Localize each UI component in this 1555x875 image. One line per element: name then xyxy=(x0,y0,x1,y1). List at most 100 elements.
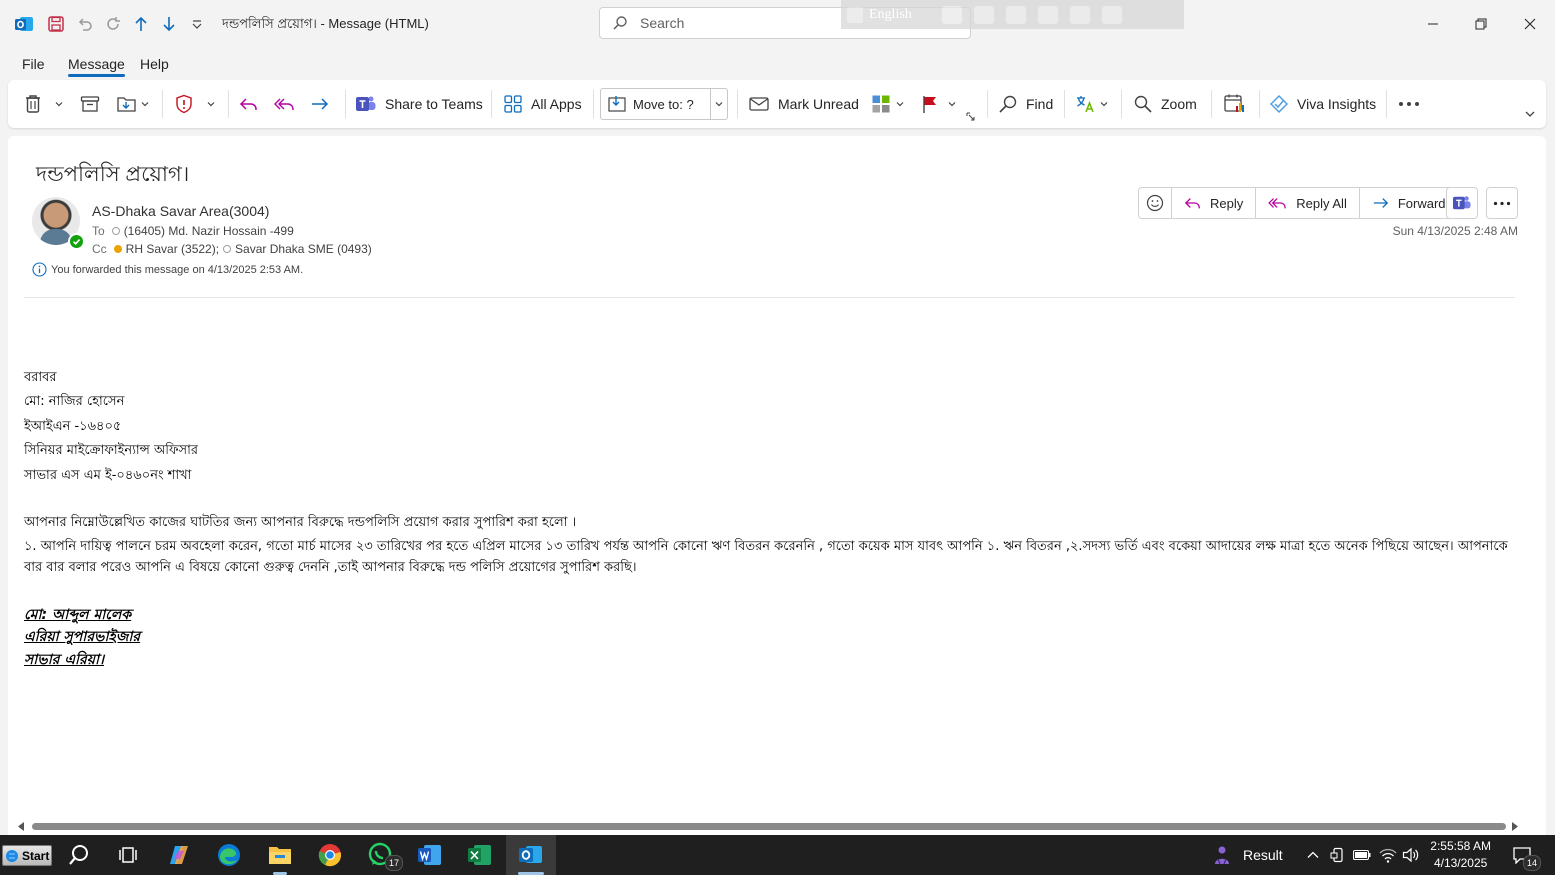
delete-button[interactable] xyxy=(24,80,64,128)
archive-button[interactable] xyxy=(80,80,100,128)
emoji-icon xyxy=(1146,194,1164,212)
excel-icon[interactable] xyxy=(464,839,496,871)
cc-recipient[interactable]: RH Savar (3522); xyxy=(126,242,219,256)
forward-ribbon-button[interactable] xyxy=(310,80,330,128)
move-to-dropdown[interactable] xyxy=(710,89,727,119)
move-to-quickstep[interactable]: Move to: ? xyxy=(600,88,728,120)
reply-button[interactable]: Reply xyxy=(1171,187,1257,219)
scrollbar-thumb[interactable] xyxy=(32,823,1506,830)
move-button[interactable] xyxy=(116,80,150,128)
sender-name[interactable]: AS-Dhaka Savar Area(3004) xyxy=(92,203,269,219)
file-explorer-icon[interactable] xyxy=(264,839,296,871)
delete-icon xyxy=(26,95,40,113)
taskbar-search-icon[interactable] xyxy=(63,839,95,871)
start-button[interactable]: Start xyxy=(2,845,52,866)
more-commands-button[interactable] xyxy=(1398,80,1420,128)
menu-file[interactable]: File xyxy=(22,56,45,72)
to-recipients: To (16405) Md. Nazir Hossain -499 xyxy=(92,224,294,238)
mark-unread-button[interactable]: Mark Unread xyxy=(748,80,859,128)
restore-icon xyxy=(1475,18,1487,30)
scroll-right-icon[interactable] xyxy=(1511,822,1519,831)
more-actions-button[interactable] xyxy=(1486,187,1518,219)
system-clock[interactable]: 2:55:58 AM 4/13/2025 xyxy=(1430,838,1491,872)
more-icon xyxy=(1399,102,1419,106)
menu-message[interactable]: Message xyxy=(68,56,125,77)
redo-icon[interactable] xyxy=(104,12,122,36)
react-button[interactable] xyxy=(1138,187,1172,219)
title-bar: দন্ডপলিসি প্রয়োগ। - Message (HTML) Sear… xyxy=(0,0,1555,48)
ime-keyboard-icon[interactable] xyxy=(941,5,962,24)
next-item-icon[interactable] xyxy=(160,12,178,36)
edge-icon[interactable] xyxy=(213,839,245,871)
cc-recipient[interactable]: Savar Dhaka SME (0493) xyxy=(235,242,372,256)
task-view-icon[interactable] xyxy=(112,839,144,871)
reply-all-button[interactable]: Reply All xyxy=(1255,187,1360,219)
chevron-down-icon xyxy=(207,102,215,107)
ribbon-separator xyxy=(162,90,163,118)
undo-icon[interactable] xyxy=(76,12,94,36)
forward-info-text: You forwarded this message on 4/13/2025 … xyxy=(51,263,304,276)
ime-toolbar[interactable]: English xyxy=(841,0,1184,29)
ime-settings-icon[interactable] xyxy=(1005,5,1026,24)
ime-globe-icon[interactable] xyxy=(1037,5,1058,24)
tags-dialog-launcher[interactable] xyxy=(966,110,976,124)
ribbon-expand-button[interactable] xyxy=(1524,102,1536,126)
show-hidden-icons[interactable] xyxy=(1306,835,1320,875)
word-icon[interactable] xyxy=(414,839,446,871)
customize-toolbar-icon[interactable] xyxy=(190,12,204,36)
signature-line: সাভার এরিয়া। xyxy=(24,652,105,668)
taskbar: Start 17 Result 2:55:58 AM 4/13/2025 14 xyxy=(0,835,1555,875)
mail-unread-icon xyxy=(749,97,769,111)
categorize-button[interactable] xyxy=(871,80,905,128)
tray-widget[interactable]: Result xyxy=(1210,835,1283,875)
outlook-taskbar-icon[interactable] xyxy=(515,839,547,871)
horizontal-scrollbar[interactable] xyxy=(8,818,1546,834)
all-apps-label: All Apps xyxy=(531,96,582,112)
volume-icon[interactable] xyxy=(1402,835,1420,875)
ime-mode-icon[interactable] xyxy=(847,6,863,23)
schedule-button[interactable] xyxy=(1223,80,1245,128)
find-button[interactable]: Find xyxy=(998,80,1053,128)
clock-time: 2:55:58 AM xyxy=(1430,839,1491,853)
battery-icon[interactable] xyxy=(1353,835,1371,875)
ime-mouse-icon[interactable] xyxy=(973,5,994,24)
ribbon-separator xyxy=(1121,90,1122,118)
close-button[interactable] xyxy=(1507,10,1553,38)
chevron-up-icon xyxy=(1307,851,1319,858)
reply-all-label: Reply All xyxy=(1296,195,1347,211)
reply-ribbon-button[interactable] xyxy=(239,80,259,128)
follow-up-flag-button[interactable] xyxy=(921,80,957,128)
scroll-left-icon[interactable] xyxy=(17,822,25,831)
copilot-icon[interactable] xyxy=(163,839,195,871)
zoom-button[interactable]: Zoom xyxy=(1133,80,1197,128)
ime-language[interactable]: English xyxy=(869,7,912,23)
share-to-teams-button[interactable]: Share to Teams xyxy=(355,80,483,128)
translate-button[interactable] xyxy=(1075,80,1109,128)
reading-pane: দন্ডপলিসি প্রয়োগ। AS-Dhaka Savar Area(3… xyxy=(8,136,1546,836)
close-icon xyxy=(1524,18,1536,30)
reply-icon xyxy=(239,98,257,110)
restore-button[interactable] xyxy=(1458,10,1504,38)
reply-all-icon xyxy=(274,98,294,110)
previous-item-icon[interactable] xyxy=(132,12,150,36)
ribbon-separator xyxy=(1259,90,1260,118)
save-icon[interactable] xyxy=(47,12,65,36)
minimize-button[interactable] xyxy=(1410,10,1456,38)
all-apps-button[interactable]: All Apps xyxy=(503,80,582,128)
search-icon xyxy=(613,16,627,30)
ime-help-icon[interactable] xyxy=(1069,5,1090,24)
to-recipient[interactable]: (16405) Md. Nazir Hossain -499 xyxy=(124,224,294,238)
viva-insights-button[interactable]: Viva Insights xyxy=(1269,80,1376,128)
ime-close-icon[interactable] xyxy=(1101,5,1122,24)
apps-grid-icon xyxy=(504,95,522,113)
report-button[interactable] xyxy=(174,80,216,128)
chrome-icon[interactable] xyxy=(314,839,346,871)
network-icon[interactable] xyxy=(1379,835,1397,875)
move-to-icon xyxy=(608,96,626,112)
phone-link-icon[interactable] xyxy=(1330,835,1346,875)
menu-help[interactable]: Help xyxy=(140,56,169,72)
forward-button[interactable]: Forward xyxy=(1358,187,1459,219)
reply-all-ribbon-button[interactable] xyxy=(274,80,296,128)
teams-chat-button[interactable] xyxy=(1446,187,1478,219)
chevron-down-icon xyxy=(55,102,63,107)
